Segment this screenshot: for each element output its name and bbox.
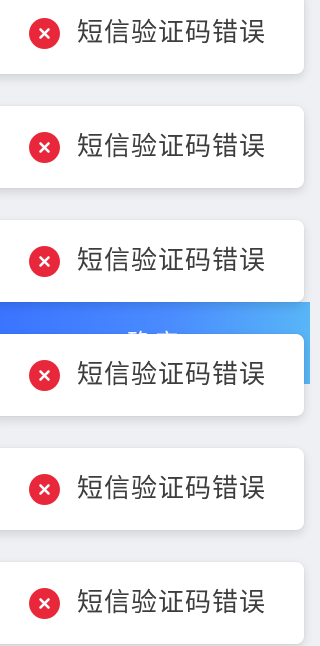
error-x-icon: [29, 246, 60, 277]
error-toast: 短信验证码错误: [0, 334, 304, 416]
error-x-icon: [29, 588, 60, 619]
toast-message: 短信验证码错误: [77, 474, 267, 504]
toast-message: 短信验证码错误: [77, 588, 267, 618]
error-toast: 短信验证码错误: [0, 448, 304, 530]
toast-message: 短信验证码错误: [77, 18, 267, 48]
toast-message: 短信验证码错误: [77, 246, 267, 276]
error-toast: 短信验证码错误: [0, 106, 304, 188]
error-x-icon: [29, 132, 60, 163]
page: { "confirm_button": { "label": "确定" }, "…: [0, 0, 310, 646]
toast-message: 短信验证码错误: [77, 132, 267, 162]
error-toast: 短信验证码错误: [0, 0, 304, 74]
error-toast: 短信验证码错误: [0, 562, 304, 644]
error-toast: 短信验证码错误: [0, 220, 304, 302]
error-x-icon: [29, 474, 60, 505]
error-x-icon: [29, 18, 60, 49]
error-x-icon: [29, 360, 60, 391]
toast-message: 短信验证码错误: [77, 360, 267, 390]
